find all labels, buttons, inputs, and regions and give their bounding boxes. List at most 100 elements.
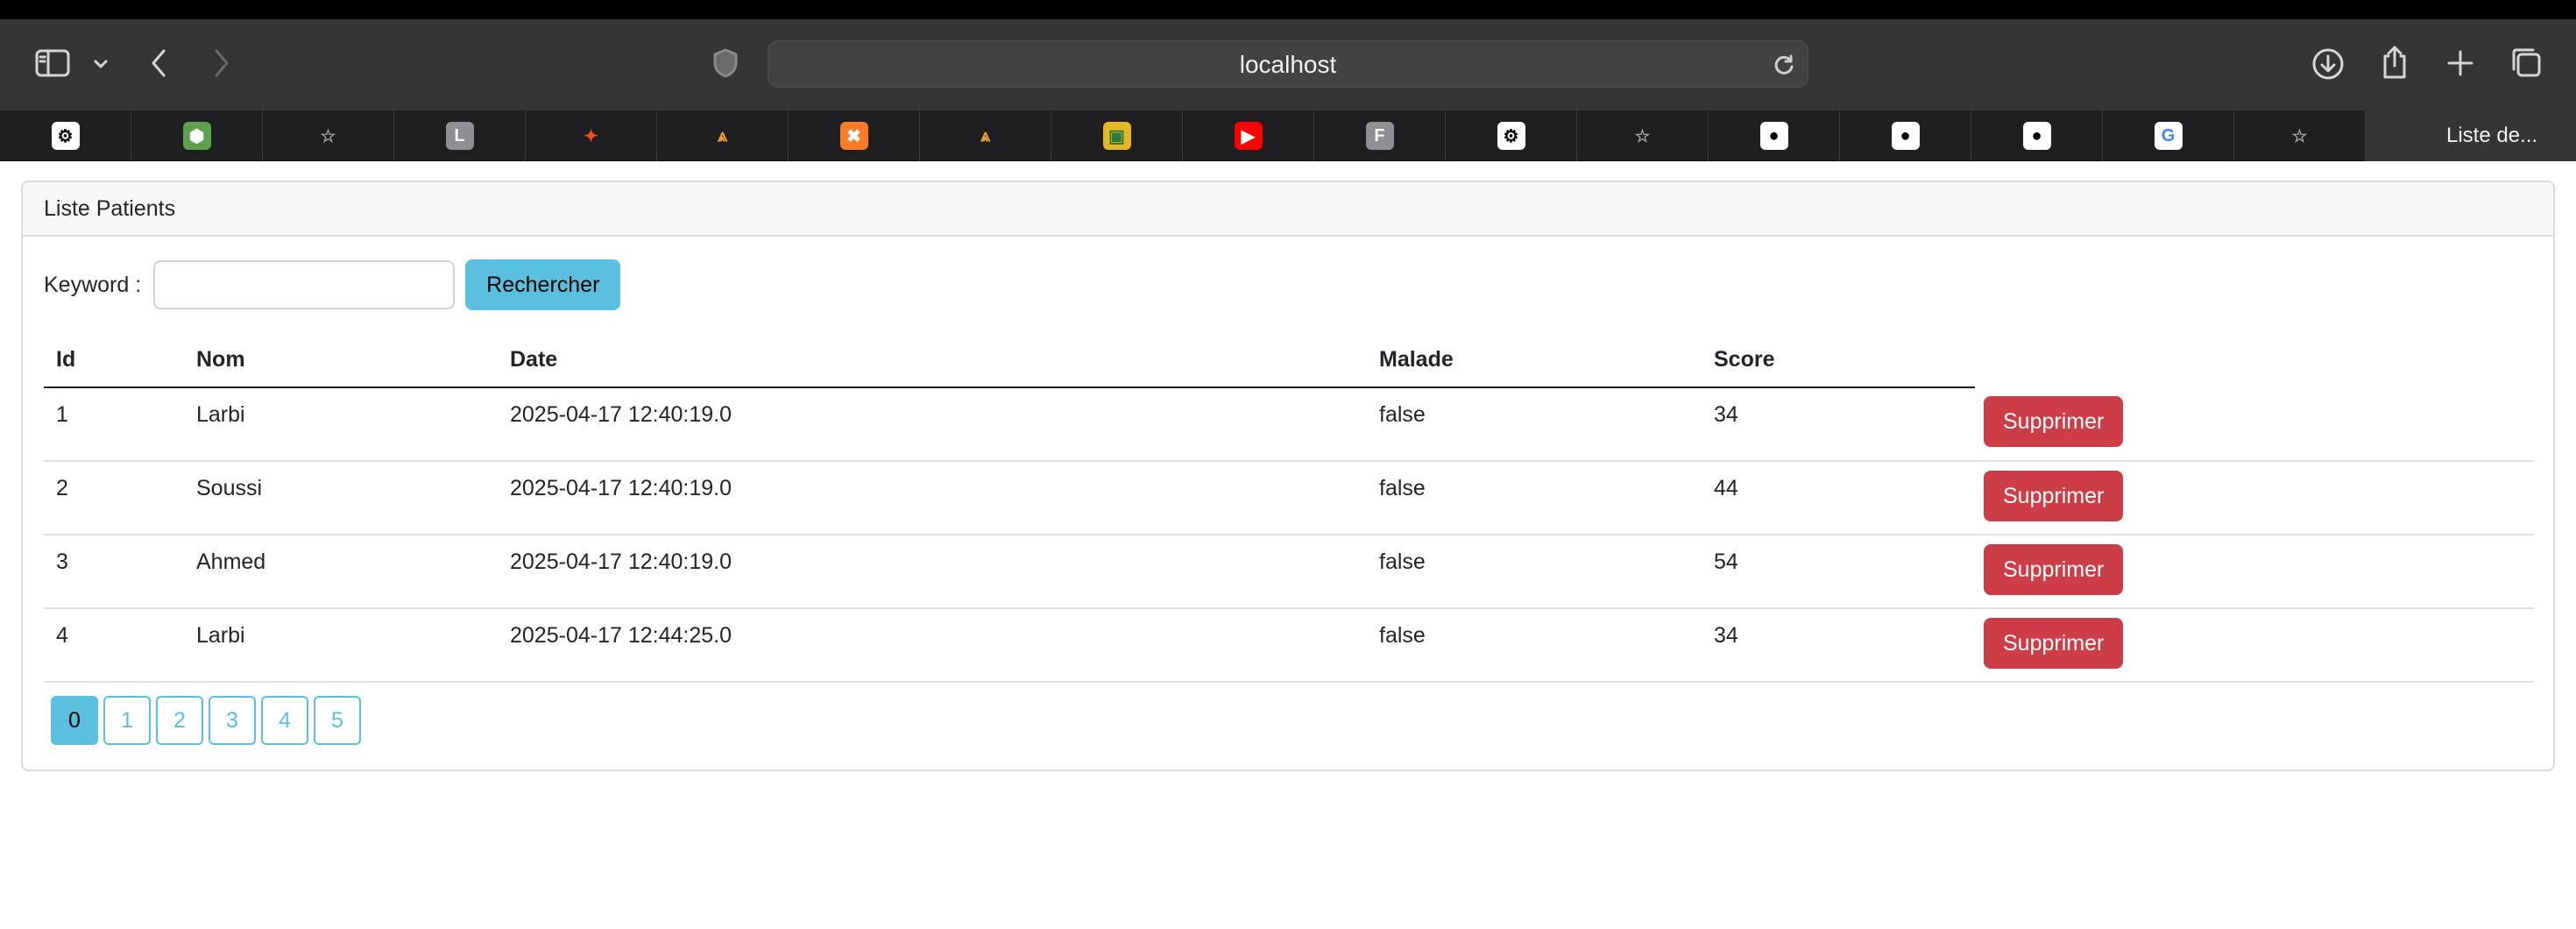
cell-malade: false [1367, 387, 1702, 462]
table-row: 3 Ahmed 2025-04-17 12:40:19.0 false 54 S… [44, 535, 2534, 609]
letter-f-icon: F [1365, 122, 1394, 150]
cell-nom: Larbi [184, 608, 498, 683]
bookmark-star-icon: ☆ [320, 126, 336, 146]
new-tab-plus-icon[interactable] [2443, 46, 2478, 81]
chevron-down-icon[interactable] [91, 51, 110, 77]
fmr-icon: ⩓ [980, 125, 991, 145]
share-icon[interactable] [2376, 42, 2413, 82]
bookmark-tab[interactable]: ● [1971, 110, 2103, 161]
address-bar[interactable]: localhost [768, 40, 1808, 88]
keyword-input[interactable] [153, 260, 456, 309]
fmr-icon: ⩓ [717, 125, 728, 145]
bookmark-tab[interactable]: ⩓ [657, 110, 789, 161]
bookmark-star-icon: ☆ [2291, 126, 2308, 146]
bookmark-tab[interactable]: ✖ [789, 110, 920, 161]
downloads-icon[interactable] [2310, 46, 2346, 82]
cell-score: 54 [1702, 535, 1975, 609]
contacts-icon: ▣ [1102, 122, 1131, 150]
pagination: 0 1 2 3 4 5 [51, 696, 361, 745]
nodejs-icon: ⬢ [182, 122, 211, 150]
url-text: localhost [1239, 51, 1337, 78]
delete-button[interactable]: Supprimer [1984, 544, 2124, 595]
tab-overview-icon[interactable] [2508, 44, 2544, 81]
cell-nom: Soussi [184, 461, 498, 535]
cell-date: 2025-04-17 12:40:19.0 [498, 535, 1367, 609]
header-score: Score [1702, 333, 1975, 388]
github-icon: ● [1891, 122, 1920, 150]
back-arrow-icon[interactable] [145, 44, 172, 82]
cell-malade: false [1367, 608, 1702, 683]
tab-bar: ☆ G ● ● ● ☆ ⚙ F ▶ ▣ ⩓ ✖ ⩓ ✦ L ☆ ⬢ ⚙ Liste de... [0, 110, 2576, 161]
bookmark-tab[interactable]: L [394, 110, 526, 161]
menu-strip [0, 0, 2576, 19]
cell-id: 3 [44, 535, 184, 609]
bookmark-tab[interactable]: G [2103, 110, 2234, 161]
cell-nom: Larbi [184, 387, 498, 462]
search-form: Keyword : Rechercher [44, 259, 621, 310]
page-button[interactable]: 4 [261, 696, 308, 745]
bookmark-tab[interactable]: ☆ [1577, 110, 1709, 161]
bookmark-tab[interactable]: ✦ [526, 110, 657, 161]
patients-table: Id Nom Date Malade Score 1 Larbi 2025-04… [44, 333, 2534, 683]
cell-malade: false [1367, 535, 1702, 609]
openai-icon: ⚙ [51, 122, 80, 150]
card-title: Liste Patients [23, 182, 2553, 237]
table-row: 2 Soussi 2025-04-17 12:40:19.0 false 44 … [44, 461, 2534, 535]
delete-button[interactable]: Supprimer [1984, 618, 2124, 669]
cell-date: 2025-04-17 12:40:19.0 [498, 461, 1367, 535]
page-button[interactable]: 2 [156, 696, 203, 745]
page-button[interactable]: 0 [51, 696, 98, 745]
openai-icon: ⚙ [1497, 122, 1525, 150]
youtube-icon: ▶ [1234, 122, 1263, 150]
cell-malade: false [1367, 461, 1702, 535]
xampp-icon: ✖ [839, 122, 868, 150]
bookmark-tab[interactable]: ▶ [1183, 110, 1314, 161]
bookmark-tab[interactable]: ⚙ [0, 110, 131, 161]
cell-id: 2 [44, 461, 184, 535]
bookmark-tab[interactable]: F [1314, 110, 1446, 161]
delete-button[interactable]: Supprimer [1984, 471, 2124, 521]
header-actions [1975, 333, 2534, 387]
cell-actions: Supprimer [1975, 535, 2534, 609]
search-button[interactable]: Rechercher [465, 259, 621, 310]
sidebar-toggle-icon[interactable] [33, 46, 72, 81]
delete-button[interactable]: Supprimer [1984, 396, 2124, 447]
cell-date: 2025-04-17 12:44:25.0 [498, 608, 1367, 683]
bookmark-tab[interactable]: ▣ [1051, 110, 1183, 161]
header-date: Date [498, 333, 1367, 388]
cell-actions: Supprimer [1975, 608, 2534, 683]
bookmark-tab[interactable]: ☆ [2234, 110, 2366, 161]
page-button[interactable]: 1 [103, 696, 151, 745]
tab-active[interactable]: Liste de... [2366, 110, 2576, 161]
table-row: 1 Larbi 2025-04-17 12:40:19.0 false 34 S… [44, 387, 2534, 462]
page-button[interactable]: 5 [314, 696, 361, 745]
cell-id: 1 [44, 387, 184, 462]
cell-actions: Supprimer [1975, 461, 2534, 535]
letter-l-icon: L [445, 122, 474, 150]
bookmark-tab[interactable]: ⬢ [131, 110, 263, 161]
forward-arrow-icon[interactable] [209, 44, 235, 82]
cell-score: 34 [1702, 608, 1975, 683]
table-row: 4 Larbi 2025-04-17 12:44:25.0 false 34 S… [44, 608, 2534, 683]
bookmark-tab[interactable]: ● [1709, 110, 1840, 161]
cell-id: 4 [44, 608, 184, 683]
google-icon: G [2154, 122, 2183, 150]
bookmark-tab[interactable]: ⩓ [920, 110, 1051, 161]
page-button[interactable]: 3 [209, 696, 256, 745]
reload-icon[interactable] [1771, 52, 1797, 78]
cell-score: 34 [1702, 387, 1975, 462]
header-id: Id [44, 333, 184, 388]
privacy-shield-icon[interactable] [710, 46, 741, 81]
bookmark-star-icon: ☆ [1634, 126, 1651, 146]
figma-icon: ✦ [584, 126, 598, 146]
cell-nom: Ahmed [184, 535, 498, 609]
table-header-row: Id Nom Date Malade Score [44, 333, 2534, 388]
bookmark-tab[interactable]: ● [1840, 110, 1971, 161]
github-icon: ● [1759, 122, 1788, 150]
github-icon: ● [2022, 122, 2051, 150]
header-malade: Malade [1367, 333, 1702, 388]
cell-date: 2025-04-17 12:40:19.0 [498, 387, 1367, 462]
header-nom: Nom [184, 333, 498, 388]
bookmark-tab[interactable]: ☆ [263, 110, 394, 161]
bookmark-tab[interactable]: ⚙ [1446, 110, 1577, 161]
